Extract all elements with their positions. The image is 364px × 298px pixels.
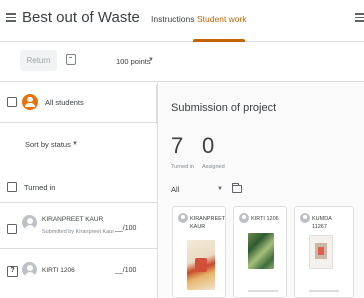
folder-icon[interactable] — [231, 183, 242, 193]
filter-select[interactable]: All — [171, 185, 179, 194]
return-button[interactable]: Return — [20, 50, 57, 71]
student-name[interactable]: KIRANPREET KAUR — [42, 216, 103, 223]
card-student-name: KIRANPREET KAUR — [190, 216, 226, 230]
attachment-thumbnail[interactable] — [187, 240, 215, 290]
submission-card[interactable]: KUMDA 11267 — [294, 206, 354, 298]
card-student-name: KIRTI 1206 — [251, 216, 279, 222]
section-label-turned-in: Turned in — [24, 183, 56, 192]
tab-instructions[interactable]: Instructions — [151, 14, 194, 24]
assigned-label: Assigned — [202, 164, 225, 170]
attachment-caption — [309, 290, 339, 292]
divider — [0, 248, 157, 249]
student-checkbox[interactable]: ? — [7, 266, 18, 277]
student-name[interactable]: KIRTI 1206 — [42, 267, 75, 274]
attachment-thumbnail[interactable] — [309, 235, 333, 269]
menu-icon[interactable] — [6, 13, 16, 22]
chevron-down-icon[interactable]: ▼ — [72, 141, 78, 147]
all-students-label[interactable]: All students — [45, 98, 84, 107]
email-icon[interactable] — [66, 54, 76, 65]
avatar — [178, 213, 188, 223]
student-roster: All students Sort by status ▼ Turned in … — [0, 82, 158, 298]
student-status: Submitted by Kiranpreet Kaur — [42, 229, 115, 235]
points-select[interactable]: 100 points — [116, 57, 151, 66]
turned-in-checkbox[interactable] — [7, 182, 17, 192]
submission-card[interactable]: KIRANPREET KAUR — [172, 206, 226, 298]
assignment-title: Submission of project — [171, 102, 277, 114]
divider — [0, 202, 157, 203]
top-bar: Best out of Waste Instructions Student w… — [0, 0, 364, 42]
tab-student-work[interactable]: Student work — [197, 14, 247, 24]
avatar — [300, 213, 310, 223]
avatar — [22, 262, 37, 277]
avatar — [22, 215, 37, 230]
select-all-checkbox[interactable] — [7, 97, 17, 107]
attachment-caption — [248, 290, 278, 292]
action-bar: Return 100 points ▼ — [0, 42, 364, 82]
attachment-thumbnail[interactable] — [248, 233, 274, 269]
grade-input[interactable]: __/100 — [115, 225, 136, 232]
turned-in-count: 7 — [171, 133, 184, 158]
chevron-down-icon[interactable]: ▼ — [148, 57, 154, 63]
all-students-avatar — [22, 94, 38, 110]
assigned-count: 0 — [202, 133, 215, 158]
turned-in-label: Turned in — [171, 164, 195, 170]
student-checkbox[interactable] — [7, 224, 17, 234]
card-student-name: KUMDA 11267 — [312, 216, 332, 230]
page-title: Best out of Waste — [22, 9, 140, 26]
avatar — [239, 213, 249, 223]
apps-icon[interactable] — [355, 13, 364, 22]
sort-select[interactable]: Sort by status — [25, 140, 71, 149]
divider — [0, 122, 157, 123]
chevron-down-icon[interactable]: ▼ — [217, 186, 223, 192]
submission-card[interactable]: KIRTI 1206 — [233, 206, 287, 298]
submission-panel: Submission of project 7 Turned in 0 Assi… — [159, 82, 364, 298]
roster-scrollbar[interactable] — [156, 84, 157, 124]
grade-input[interactable]: __/100 — [115, 267, 136, 274]
